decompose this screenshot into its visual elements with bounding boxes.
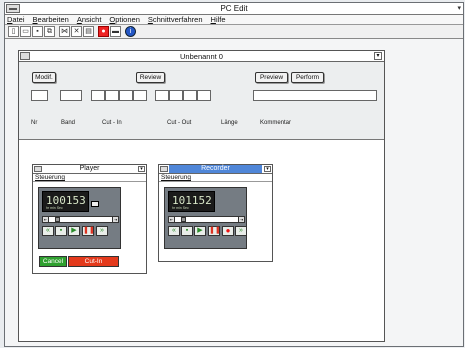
maximize-icon[interactable]: ▾ (457, 4, 461, 12)
window-title: PC Edit (220, 4, 248, 13)
rec-slider-start-icon[interactable]: ⇤ (168, 216, 175, 223)
player-jog-slider[interactable]: ⇤ ⇥ (42, 216, 119, 223)
document-window: Unbenannt 0 ▾ Modif. Review Preview Perf… (18, 50, 385, 342)
edit-panel: Modif. Review Preview Perform Nr Band Cu… (19, 62, 384, 140)
recorder-display: 101152 hr min Sec (168, 191, 215, 212)
menu-ansicht[interactable]: Ansicht (77, 15, 102, 24)
player-title: Player (79, 165, 100, 172)
band-input[interactable] (60, 90, 82, 101)
new-icon[interactable]: ▯ (8, 26, 19, 37)
slider-knob[interactable] (55, 217, 60, 222)
column-cut-out: Cut - Out (167, 120, 192, 126)
cutin-button[interactable]: Cut-In (68, 256, 119, 267)
player-menu: Steuerung (33, 174, 146, 182)
player-system-menu-icon[interactable] (34, 166, 42, 172)
info-icon[interactable]: i (125, 26, 136, 37)
cutout-ff-input[interactable] (197, 90, 211, 101)
column-nr: Nr (31, 120, 38, 126)
menu-datei[interactable]: Datei (7, 15, 25, 24)
document-title: Unbenannt 0 (180, 52, 223, 61)
cassette-icon (91, 201, 99, 207)
tape-icon[interactable]: ▬ (110, 26, 121, 37)
cancel-button[interactable]: Cancel (39, 256, 67, 267)
player-vcr-panel: 100153 hr min Sec ⇤ ⇥ « ▪ ▶ ❚❚ » (38, 187, 121, 249)
menu-hilfe[interactable]: Hilfe (211, 15, 226, 24)
kommentar-input[interactable] (253, 90, 377, 101)
rec-stop-icon[interactable]: ▪ (181, 226, 193, 236)
player-display: 100153 hr min Sec (42, 191, 89, 212)
slider-start-icon[interactable]: ⇤ (42, 216, 49, 223)
cut-icon[interactable]: ⋈ (59, 26, 70, 37)
cutout-hh-input[interactable] (155, 90, 169, 101)
cutout-ss-input[interactable] (183, 90, 197, 101)
recorder-dropdown-icon[interactable]: ▾ (264, 166, 271, 172)
recorder-menu-steuerung[interactable]: Steuerung (161, 174, 191, 181)
fast-forward-icon[interactable]: » (96, 226, 108, 236)
recorder-system-menu-icon[interactable] (160, 166, 168, 172)
cutin-ff-input[interactable] (133, 90, 147, 101)
modif-button[interactable]: Modif. (32, 72, 56, 83)
rec-slider-end-icon[interactable]: ⇥ (238, 216, 245, 223)
rec-play-icon[interactable]: ▶ (194, 226, 206, 236)
rec-slider-knob[interactable] (181, 217, 186, 222)
cutin-ss-input[interactable] (119, 90, 133, 101)
column-band: Band (61, 120, 76, 126)
cutin-hh-input[interactable] (91, 90, 105, 101)
player-menu-steuerung[interactable]: Steuerung (35, 174, 65, 181)
recorder-title-bar: Recorder ▾ (159, 165, 272, 174)
copy-icon[interactable]: ⧉ (44, 26, 55, 37)
document-title-bar: Unbenannt 0 ▾ (19, 51, 384, 62)
stop-icon[interactable]: ▪ (55, 226, 67, 236)
title-bar: PC Edit ▾ (5, 3, 463, 15)
recorder-jog-slider[interactable]: ⇤ ⇥ (168, 216, 245, 223)
column-laenge: Länge (221, 120, 238, 126)
recorder-title: Recorder (169, 165, 262, 173)
menu-bar: Datei Bearbeiten Ansicht Optionen Schnit… (5, 15, 463, 25)
recorder-units: hr min Sec (172, 206, 189, 210)
rec-record-icon[interactable]: ● (222, 226, 234, 236)
cutin-mm-input[interactable] (105, 90, 119, 101)
cutout-mm-input[interactable] (169, 90, 183, 101)
play-icon[interactable]: ▶ (68, 226, 80, 236)
menu-schnittverfahren[interactable]: Schnittverfahren (148, 15, 203, 24)
recorder-window: Recorder ▾ Steuerung 101152 hr min Sec ⇤… (158, 164, 273, 262)
save-icon[interactable]: ▪ (32, 26, 43, 37)
perform-button[interactable]: Perform (291, 72, 324, 83)
rewind-icon[interactable]: « (42, 226, 54, 236)
nr-input[interactable] (31, 90, 48, 101)
slider-end-icon[interactable]: ⇥ (112, 216, 119, 223)
pause-icon[interactable]: ❚❚ (82, 226, 95, 236)
open-icon[interactable]: ▭ (20, 26, 31, 37)
rec-rewind-icon[interactable]: « (168, 226, 180, 236)
rec-fast-forward-icon[interactable]: » (235, 226, 247, 236)
player-window: Player ▾ Steuerung 100153 hr min Sec ⇤ ⇥… (32, 164, 147, 274)
column-kommentar: Kommentar (260, 120, 292, 126)
doc-maximize-icon[interactable]: ▾ (374, 52, 382, 60)
column-cut-in: Cut - In (102, 120, 122, 126)
player-dropdown-icon[interactable]: ▾ (138, 166, 145, 172)
scissors-icon[interactable]: ✕ (71, 26, 82, 37)
review-button[interactable]: Review (136, 72, 165, 83)
recorder-menu: Steuerung (159, 174, 272, 182)
menu-optionen[interactable]: Optionen (109, 15, 139, 24)
toolbar: ▯ ▭ ▪ ⧉ ⋈ ✕ ▤ ● ▬ i (5, 25, 463, 39)
rec-pause-icon[interactable]: ❚❚ (208, 226, 221, 236)
player-units: hr min Sec (46, 206, 63, 210)
paste-icon[interactable]: ▤ (83, 26, 94, 37)
recorder-vcr-panel: 101152 hr min Sec ⇤ ⇥ « ▪ ▶ ❚❚ ● » (164, 187, 247, 249)
preview-button[interactable]: Preview (255, 72, 288, 83)
record-icon[interactable]: ● (98, 26, 109, 37)
menu-bearbeiten[interactable]: Bearbeiten (33, 15, 69, 24)
player-title-bar: Player ▾ (33, 165, 146, 174)
